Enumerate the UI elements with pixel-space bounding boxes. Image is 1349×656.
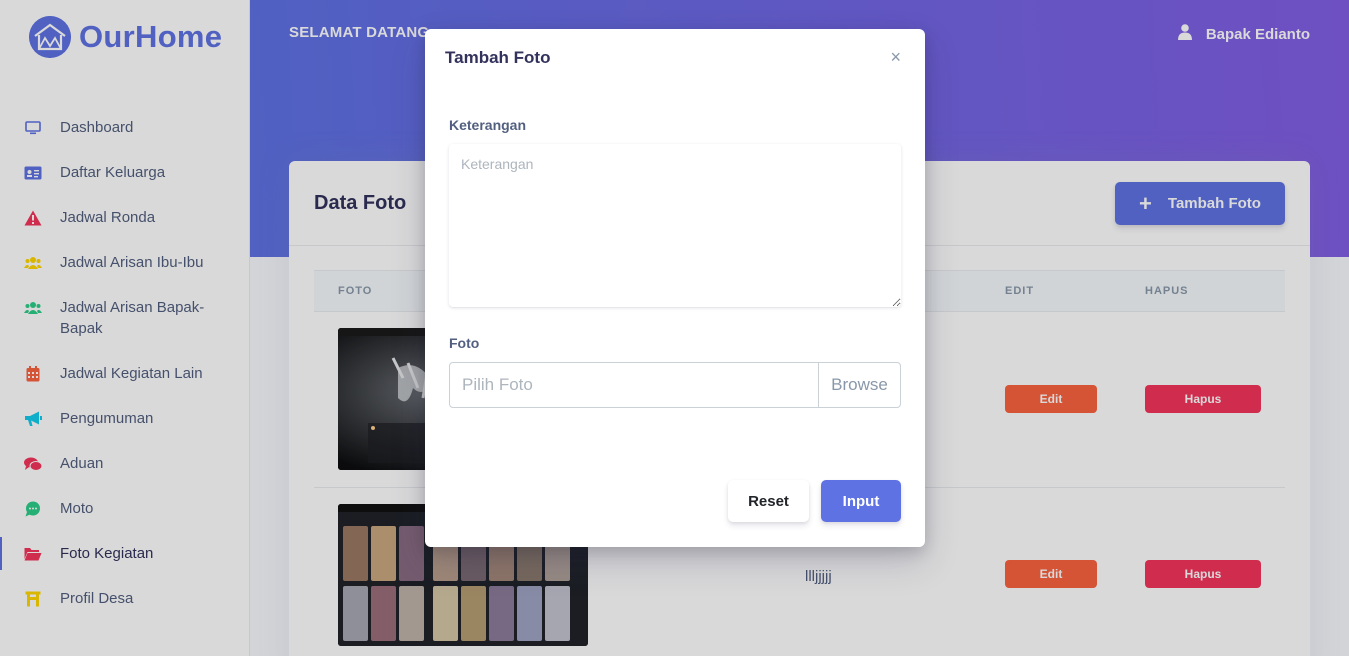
- tambah-foto-modal: Tambah Foto × Keterangan Foto Browse Res…: [425, 29, 925, 547]
- pilih-foto-field[interactable]: [450, 363, 818, 407]
- foto-file-input[interactable]: Browse: [449, 362, 901, 408]
- foto-label: Foto: [449, 335, 480, 351]
- reset-button[interactable]: Reset: [728, 480, 809, 522]
- keterangan-textarea[interactable]: [449, 144, 901, 307]
- browse-button[interactable]: Browse: [818, 363, 900, 407]
- modal-title: Tambah Foto: [445, 48, 551, 67]
- input-button[interactable]: Input: [821, 480, 901, 522]
- keterangan-label: Keterangan: [449, 117, 527, 133]
- close-icon[interactable]: ×: [890, 47, 901, 68]
